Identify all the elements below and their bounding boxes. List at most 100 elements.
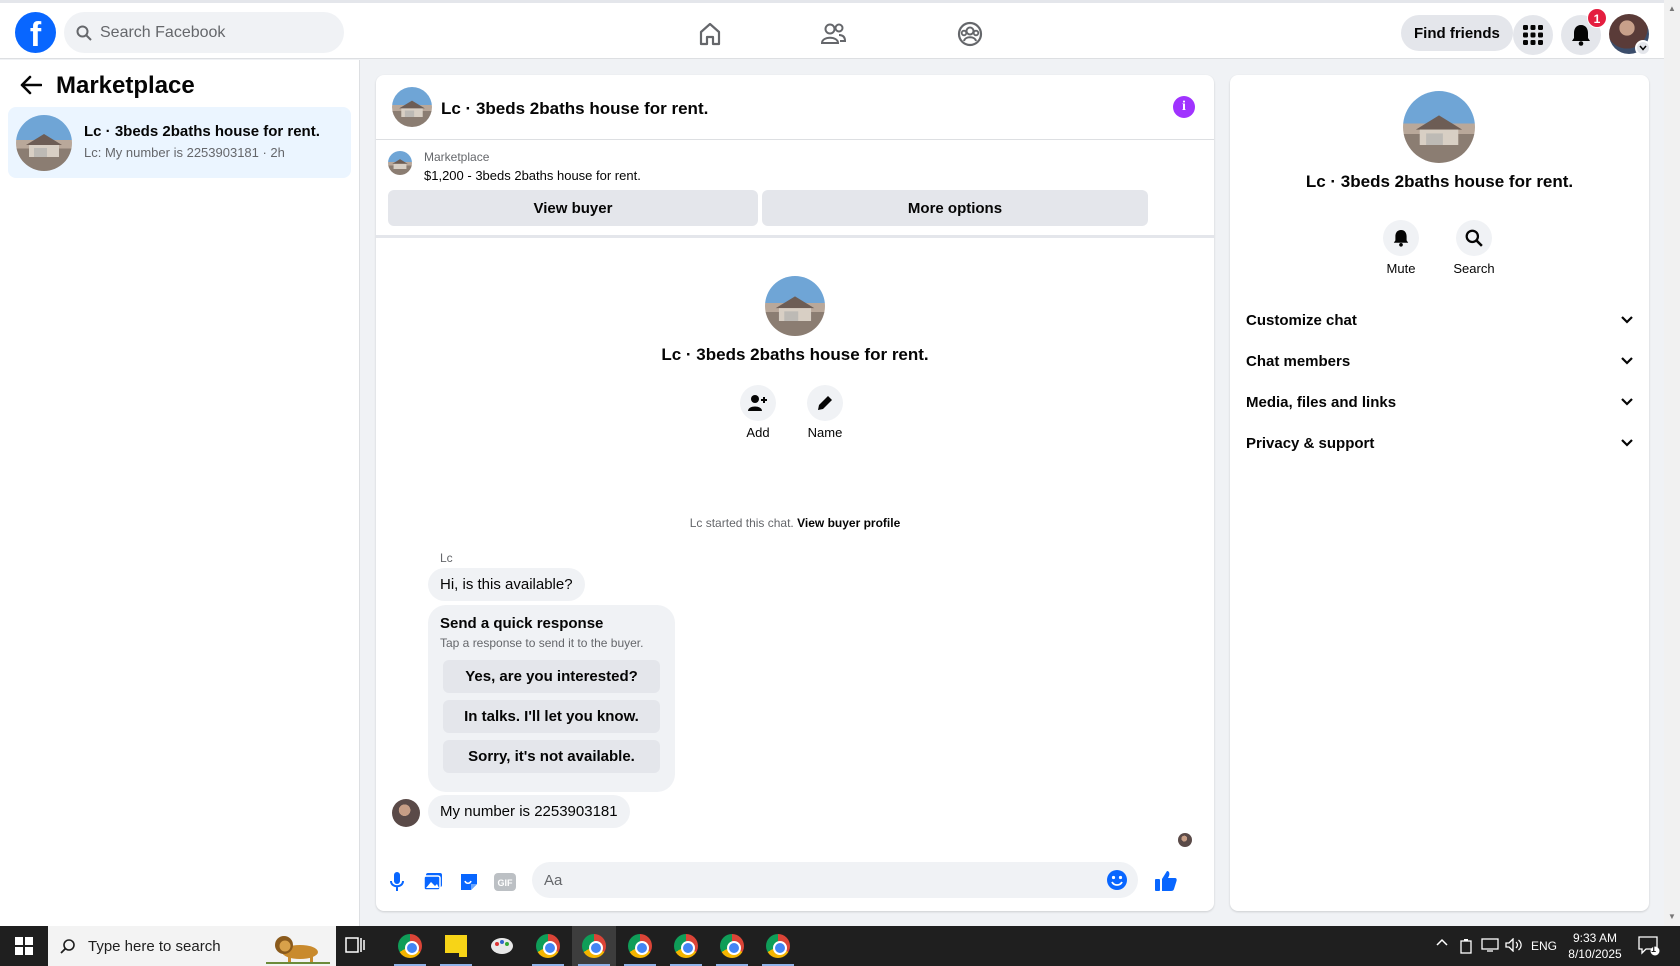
privacy-support-section[interactable]: Privacy & support [1246,425,1633,461]
notification-count-badge: 1 [1587,8,1607,28]
quick-response-option[interactable]: Yes, are you interested? [443,660,660,693]
search-facebook-box[interactable] [64,12,344,53]
sticky-notes-icon [445,935,467,957]
taskbar-paint-app[interactable] [480,926,524,966]
taskbar-chrome-app[interactable] [756,926,800,966]
taskbar-chrome-app[interactable] [710,926,754,966]
chrome-icon [766,934,790,958]
message-input[interactable] [544,862,1084,898]
search-icon [60,938,76,954]
message-composer[interactable] [532,862,1138,898]
bell-icon [1393,229,1409,247]
system-clock[interactable]: 9:33 AM 8/10/2025 [1560,930,1630,962]
info-icon[interactable]: i [1173,96,1195,118]
seen-indicator-avatar [1178,833,1192,847]
conversation-preview: Lc: My number is 2253903181 · 2h [84,145,285,160]
taskbar-search-placeholder: Type here to search [88,937,221,955]
mute-button[interactable] [1383,220,1419,256]
section-label: Chat members [1246,352,1351,370]
sender-name: Lc [440,551,453,565]
gif-icon[interactable]: GIF [494,871,516,893]
taskbar-sticky-notes-app[interactable] [434,926,478,966]
quick-response-title: Send a quick response [440,615,604,632]
facebook-logo-icon[interactable]: f [15,12,56,53]
task-view-icon[interactable] [345,934,365,956]
quick-response-subtitle: Tap a response to send it to the buyer. [440,636,644,650]
more-options-button[interactable]: More options [762,190,1148,226]
chrome-icon [720,934,744,958]
add-member-button[interactable] [740,385,776,421]
groups-tab[interactable] [952,16,988,52]
emoji-icon[interactable] [1106,869,1128,891]
sender-avatar[interactable] [392,799,420,827]
view-buyer-profile-link[interactable]: View buyer profile [797,516,900,530]
view-buyer-button[interactable]: View buyer [388,190,758,226]
chrome-icon [398,934,422,958]
section-label: Customize chat [1246,311,1357,329]
language-indicator[interactable]: ENG [1531,939,1557,953]
friends-tab[interactable] [815,16,851,52]
chat-title[interactable]: Lc · 3beds 2baths house for rent. [441,99,708,119]
back-arrow-icon[interactable] [20,75,42,95]
quick-response-option[interactable]: Sorry, it's not available. [443,740,660,773]
taskbar-chrome-app-active[interactable] [572,926,616,966]
taskbar-chrome-app[interactable] [664,926,708,966]
chrome-icon [582,934,606,958]
top-navigation-bar: f Find friends 1 [0,0,1664,59]
search-input[interactable] [100,23,320,42]
account-chevron-down-icon[interactable] [1635,40,1651,56]
details-title: Lc · 3beds 2baths house for rent. [1305,172,1574,191]
conversation-list-item[interactable]: Lc · 3beds 2baths house for rent. Lc: My… [8,107,351,178]
taskbar-chrome-app[interactable] [618,926,662,966]
media-files-links-section[interactable]: Media, files and links [1246,384,1633,420]
taskbar-chrome-app[interactable] [526,926,570,966]
friends-icon [819,21,847,47]
groups-icon [956,20,984,48]
chat-members-section[interactable]: Chat members [1246,343,1633,379]
listing-source-label: Marketplace [424,150,490,164]
volume-icon[interactable] [1505,938,1523,952]
add-label: Add [746,425,770,440]
battery-icon[interactable] [1459,938,1473,954]
chat-started-notice: Lc started this chat. View buyer profile [376,516,1214,530]
name-chat-button[interactable] [807,385,843,421]
chat-started-text: Lc started this chat. [689,516,794,530]
listing-thumbnail [16,115,72,171]
svg-text:GIF: GIF [498,878,514,888]
network-icon[interactable] [1481,938,1499,952]
chat-profile-picture [1403,91,1475,163]
scroll-down-arrow-icon[interactable]: ▼ [1668,912,1676,921]
thumbs-up-icon[interactable] [1154,869,1178,893]
page-scrollbar[interactable] [1664,0,1680,926]
customize-chat-section[interactable]: Customize chat [1246,302,1633,338]
microphone-icon[interactable] [386,871,408,893]
message-bubble[interactable]: Hi, is this available? [428,568,585,601]
home-tab[interactable] [692,16,728,52]
windows-start-icon[interactable] [0,926,48,966]
chrome-icon [628,934,652,958]
name-label: Name [807,425,843,440]
quick-response-option[interactable]: In talks. I'll let you know. [443,700,660,733]
chat-header: Lc · 3beds 2baths house for rent. i [376,75,1214,140]
chat-profile-picture [765,276,825,336]
find-friends-button[interactable]: Find friends [1401,15,1513,51]
search-icon [76,25,92,41]
taskbar-chrome-app[interactable] [388,926,432,966]
show-hidden-icons-chevron-up-icon[interactable] [1436,938,1448,946]
grid-menu-icon [1523,25,1543,45]
menu-button[interactable] [1513,15,1553,55]
search-in-chat-button[interactable] [1456,220,1492,256]
chrome-icon [536,934,560,958]
sticker-icon[interactable] [458,871,480,893]
divider [376,235,1214,238]
search-icon [1465,229,1483,247]
message-bubble[interactable]: My number is 2253903181 [428,795,630,828]
chat-avatar[interactable] [392,87,432,127]
scroll-up-arrow-icon[interactable]: ▲ [1668,4,1676,13]
quick-response-card: Send a quick response Tap a response to … [428,605,675,792]
photo-icon[interactable] [422,871,444,893]
add-person-icon [748,394,768,412]
action-center-icon[interactable] [1638,936,1660,956]
listing-title[interactable]: $1,200 - 3beds 2baths house for rent. [424,168,641,183]
listing-thumbnail [388,151,412,175]
